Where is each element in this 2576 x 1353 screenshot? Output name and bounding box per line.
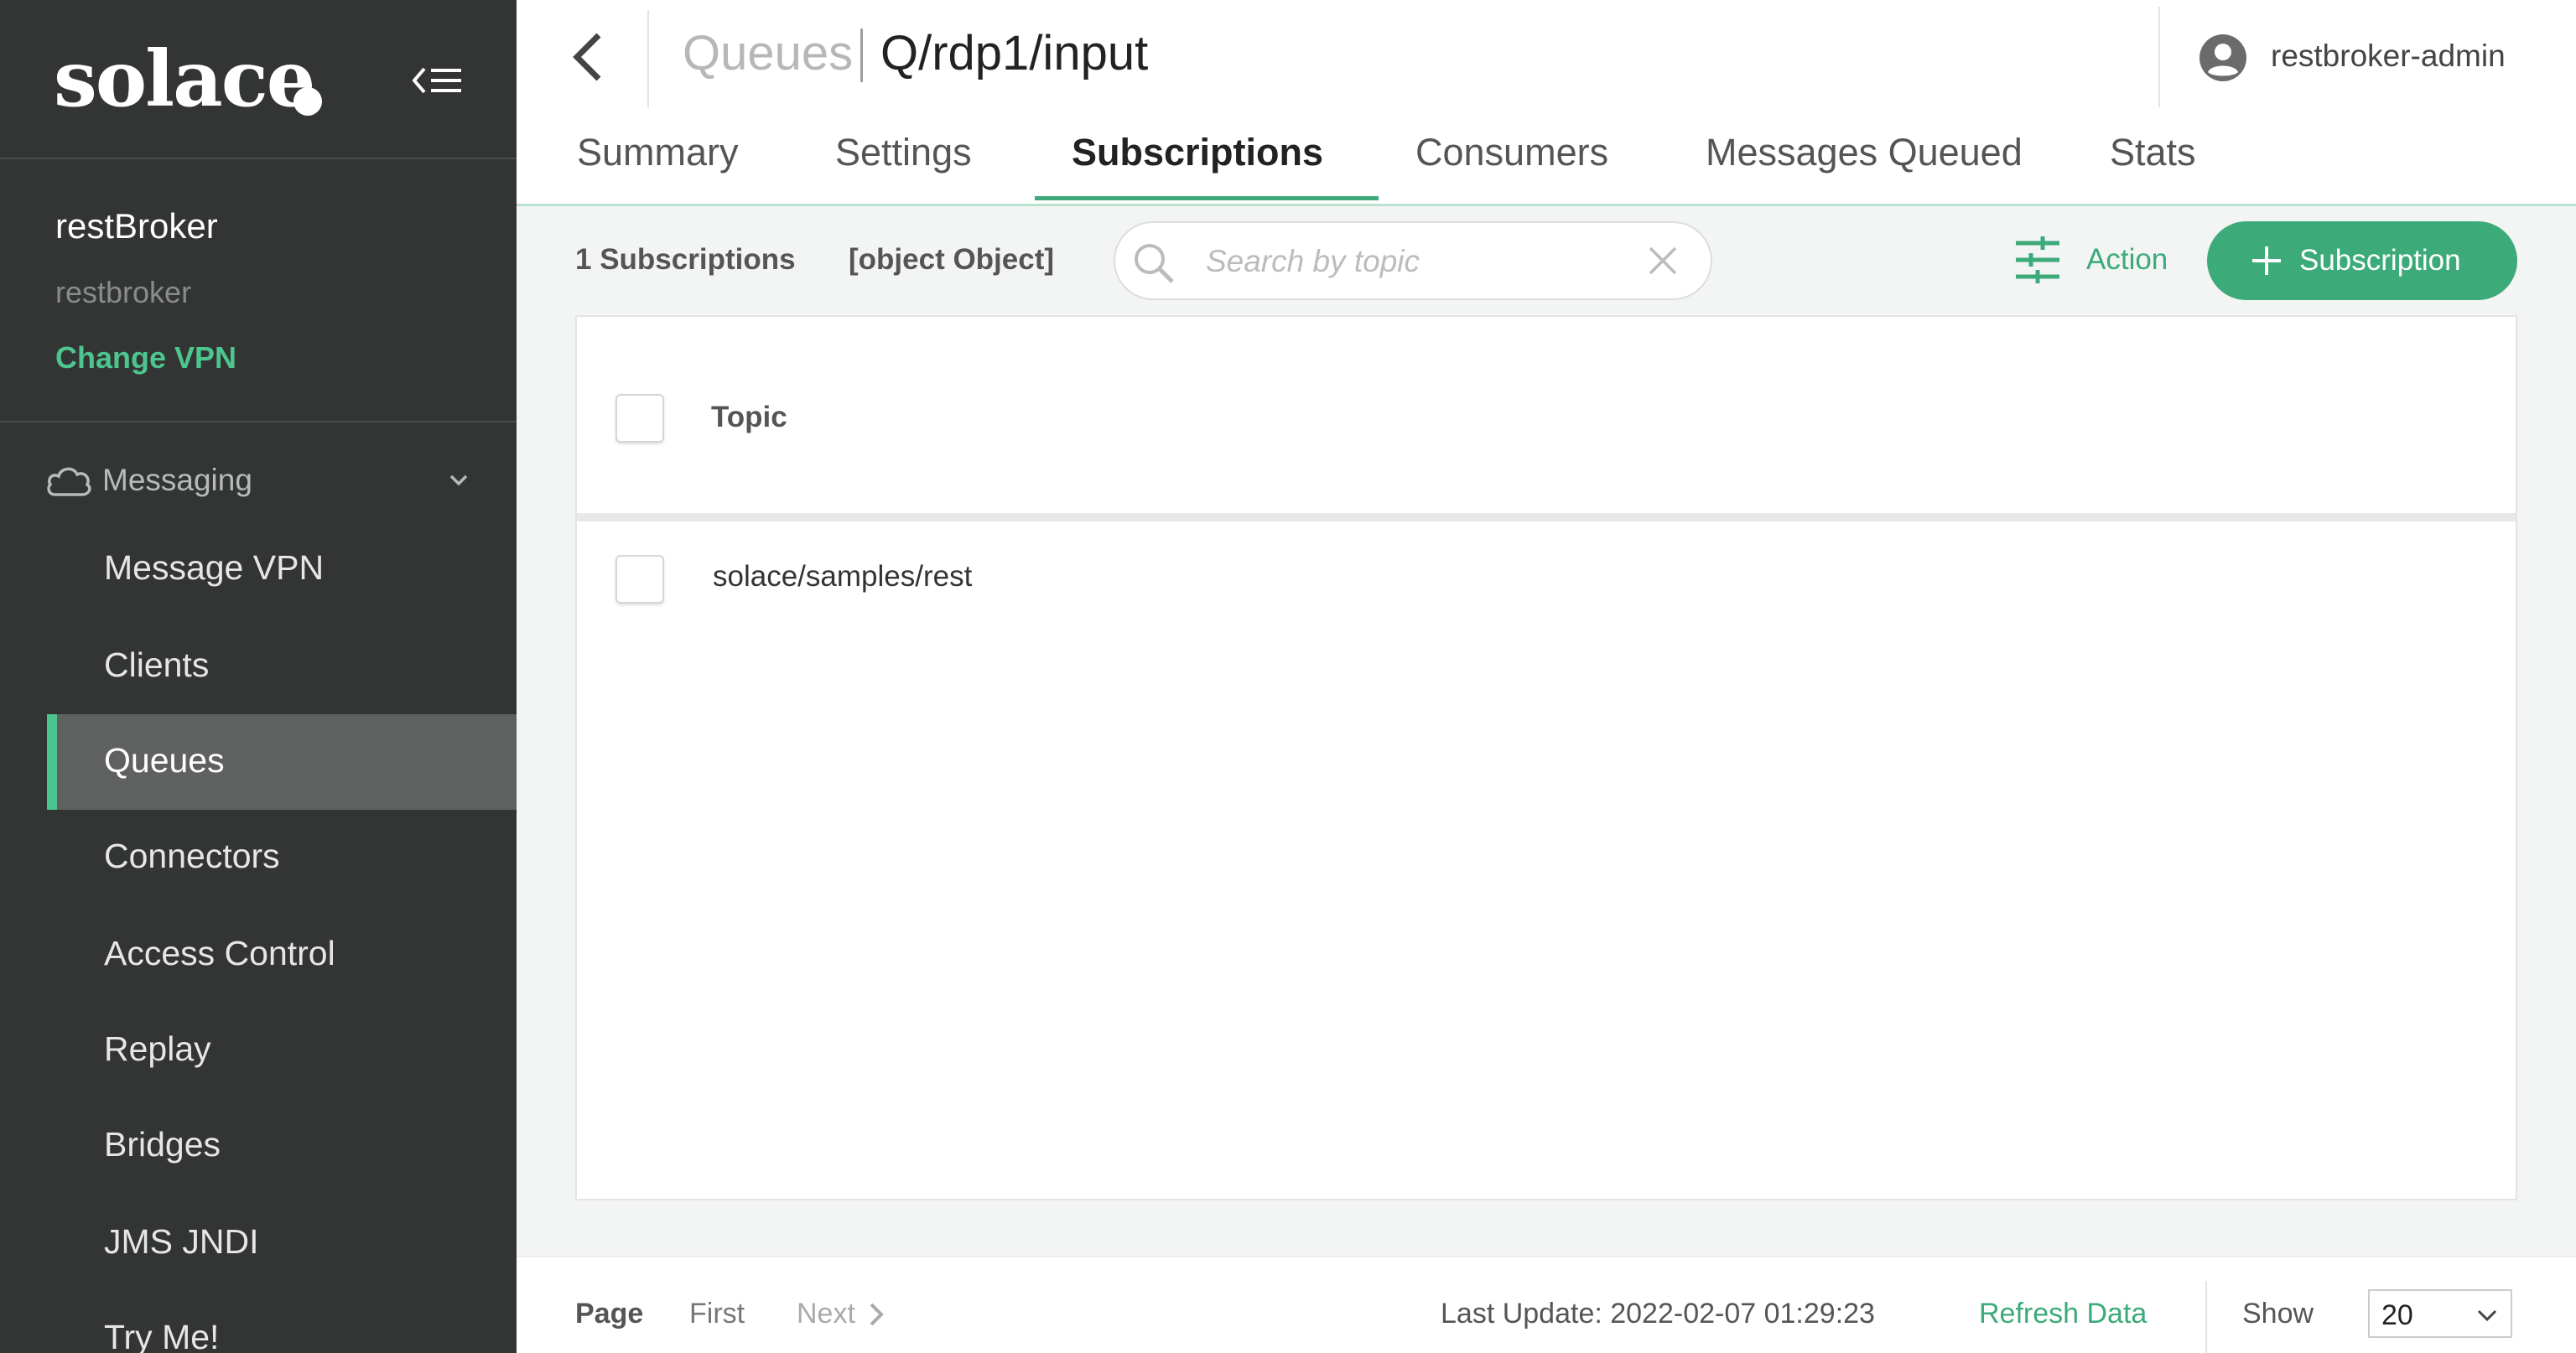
subscriptions-table: Topic solace/samples/rest xyxy=(575,315,2517,1200)
chevron-down-icon xyxy=(449,474,468,486)
messaging-section-label: Messaging xyxy=(102,463,252,497)
logo-area: solace xyxy=(0,0,517,159)
column-header-topic[interactable]: Topic xyxy=(711,401,787,434)
action-label: Action xyxy=(2086,243,2168,276)
vpn-panel: restBroker restbroker Change VPN xyxy=(0,161,517,422)
sidebar-item-label: Message VPN xyxy=(104,548,325,587)
page-size-select[interactable]: 20 xyxy=(2368,1289,2512,1338)
page-title: Q/rdp1/input xyxy=(880,26,1149,80)
collapse-sidebar-icon[interactable] xyxy=(413,64,463,97)
user-name[interactable]: restbroker-admin xyxy=(2271,39,2506,74)
sidebar-item-message-vpn[interactable]: Message VPN xyxy=(47,521,517,617)
main-content: Queues Q/rdp1/input restbroker-admin Sum… xyxy=(517,0,2576,1353)
tab-settings[interactable]: Settings xyxy=(835,131,972,174)
sidebar-item-bridges[interactable]: Bridges xyxy=(47,1098,517,1194)
sidebar-item-clients[interactable]: Clients xyxy=(47,619,517,714)
vpn-name: restBroker xyxy=(55,206,218,246)
active-tab-indicator xyxy=(1035,196,1379,200)
table-header: Topic xyxy=(577,317,2516,521)
divider xyxy=(2158,7,2160,107)
row-topic: solace/samples/rest xyxy=(713,560,973,593)
sidebar-item-label: Clients xyxy=(104,645,210,684)
chevron-down-icon xyxy=(2477,1309,2497,1322)
messaging-section-toggle[interactable]: Messaging xyxy=(0,453,517,511)
last-update-timestamp: Last Update: 2022-02-07 01:29:23 xyxy=(1441,1298,1875,1330)
add-subscription-label: Subscription xyxy=(2299,244,2461,277)
tab-consumers[interactable]: Consumers xyxy=(1415,131,1608,174)
select-all-checkbox[interactable] xyxy=(615,394,664,443)
tab-subscriptions[interactable]: Subscriptions xyxy=(1072,131,1323,174)
pagination-footer: Page First Next Last Update: 2022-02-07 … xyxy=(517,1256,2576,1353)
sliders-icon xyxy=(2016,236,2059,283)
tab-messages-queued[interactable]: Messages Queued xyxy=(1706,131,2023,174)
search-icon xyxy=(1135,244,1174,283)
next-page-link[interactable]: Next xyxy=(797,1298,855,1330)
sidebar-item-label: Queues xyxy=(104,741,225,780)
refresh-data-link[interactable]: Refresh Data xyxy=(1979,1298,2147,1330)
action-button[interactable]: Action xyxy=(2012,235,2180,285)
cloud-icon xyxy=(47,467,91,496)
table-row[interactable]: solace/samples/rest xyxy=(577,530,2516,629)
sidebar-item-access-control[interactable]: Access Control xyxy=(47,907,517,1003)
tab-summary[interactable]: Summary xyxy=(577,131,739,174)
user-avatar-icon[interactable] xyxy=(2199,34,2247,82)
tab-stats[interactable]: Stats xyxy=(2110,131,2196,174)
breadcrumb-divider xyxy=(860,29,863,82)
change-vpn-link[interactable]: Change VPN xyxy=(55,340,236,376)
sidebar-item-try-me[interactable]: Try Me! xyxy=(47,1291,517,1353)
chevron-right-icon xyxy=(870,1303,884,1326)
sidebar-item-label: Try Me! xyxy=(104,1318,220,1353)
page-label: Page xyxy=(575,1298,644,1330)
page-size-value: 20 xyxy=(2381,1299,2413,1331)
row-checkbox[interactable] xyxy=(615,555,664,604)
sidebar-item-label: Connectors xyxy=(104,837,280,875)
sidebar-item-jms-jndi[interactable]: JMS JNDI xyxy=(47,1195,517,1291)
sidebar-item-label: Bridges xyxy=(104,1125,221,1164)
sidebar-item-label: Access Control xyxy=(104,934,335,972)
sidebar-item-queues[interactable]: Queues xyxy=(47,714,517,810)
sidebar-item-label: JMS JNDI xyxy=(104,1222,259,1261)
logo-dot xyxy=(293,87,322,116)
show-label: Show xyxy=(2242,1298,2314,1330)
plus-icon xyxy=(2252,246,2281,275)
close-icon[interactable] xyxy=(1647,245,1679,277)
divider xyxy=(647,10,649,107)
first-page-link[interactable]: First xyxy=(689,1298,745,1330)
subscription-count: 1 Subscriptions xyxy=(575,243,796,276)
solace-logo: solace xyxy=(54,34,315,124)
sidebar-item-replay[interactable]: Replay xyxy=(47,1003,517,1098)
filter-label: [object Object] xyxy=(849,243,1055,276)
header: Queues Q/rdp1/input restbroker-admin Sum… xyxy=(517,0,2576,206)
vpn-sub-label: restbroker xyxy=(55,275,192,309)
sidebar-item-connectors[interactable]: Connectors xyxy=(47,810,517,905)
search-box xyxy=(1114,221,1712,300)
sidebar: solace restBroker restbroker Change VPN … xyxy=(0,0,517,1353)
divider xyxy=(2205,1281,2207,1353)
back-arrow-icon[interactable] xyxy=(567,30,609,84)
add-subscription-button[interactable]: Subscription xyxy=(2207,221,2517,300)
search-input[interactable] xyxy=(1206,241,1642,282)
sidebar-item-label: Replay xyxy=(104,1029,211,1068)
breadcrumb-parent[interactable]: Queues xyxy=(683,25,853,81)
